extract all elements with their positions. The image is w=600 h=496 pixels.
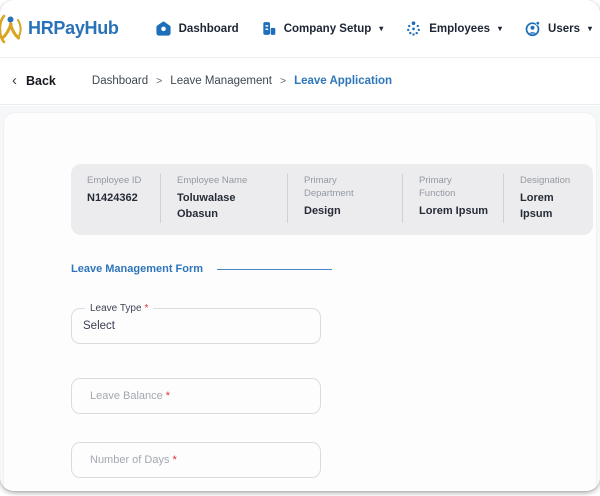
designation-label: Designation (520, 175, 571, 186)
leave-type-label: Leave Type * (85, 302, 154, 315)
employee-id-value: N1424362 (87, 191, 138, 204)
primary-function-field: Primary Function Lorem Ipsum (402, 174, 503, 223)
nav-label: Users (548, 22, 580, 35)
leave-type-select[interactable]: Leave Type * Select (71, 302, 321, 344)
primary-department-field: Primary Department Design (287, 174, 402, 223)
app-window: HRPayHub Dashboard Company Setup ▾ Emplo… (0, 0, 600, 491)
employee-name-value: Toluwalase Obasun (177, 191, 236, 221)
form-section-header: Leave Management Form (71, 263, 333, 275)
number-of-days-placeholder-text: Number of Days (90, 454, 170, 466)
number-of-days-input[interactable]: Number of Days * (71, 442, 321, 478)
main-nav: Dashboard Company Setup ▾ Employees ▾ Us… (155, 20, 592, 37)
home-icon (155, 20, 172, 37)
required-asterisk: * (144, 303, 149, 314)
number-of-days-placeholder: Number of Days * (72, 443, 320, 477)
breadcrumb-item-leave-application: Leave Application (294, 75, 393, 87)
chevron-down-icon: ▾ (498, 24, 503, 33)
nav-label: Dashboard (178, 22, 239, 35)
leave-type-label-text: Leave Type (90, 303, 142, 314)
back-chevron-icon: ‹ (12, 71, 17, 89)
primary-function-value: Lorem Ipsum (419, 204, 489, 217)
breadcrumb-bar: ‹ Back Dashboard > Leave Management > Le… (0, 58, 600, 105)
required-asterisk: * (172, 454, 177, 466)
employee-id-field: Employee ID N1424362 (71, 174, 160, 223)
employee-id-label: Employee ID (87, 175, 142, 186)
building-icon (261, 20, 277, 37)
brand-name: HRPayHub (28, 18, 119, 38)
primary-department-label: Primary Department (304, 175, 354, 199)
breadcrumb: Dashboard > Leave Management > Leave App… (92, 75, 392, 87)
chevron-down-icon: ▾ (379, 24, 384, 33)
leave-balance-placeholder-text: Leave Balance (90, 390, 163, 402)
required-asterisk: * (165, 390, 171, 402)
user-circle-badge-icon (524, 20, 541, 37)
back-label: Back (26, 74, 56, 88)
leave-balance-placeholder: Leave Balance * (72, 379, 320, 413)
employee-name-label: Employee Name (177, 175, 248, 186)
team-dots-icon (405, 20, 422, 37)
nav-item-users[interactable]: Users ▾ (524, 20, 592, 37)
top-navbar: HRPayHub Dashboard Company Setup ▾ Emplo… (0, 0, 600, 58)
designation-value: Lorem Ipsum (520, 191, 554, 221)
form-title: Leave Management Form (71, 263, 204, 275)
employee-name-field: Employee Name Toluwalase Obasun (160, 174, 287, 223)
nav-label: Employees (429, 22, 490, 35)
back-button[interactable]: ‹ Back (12, 73, 56, 90)
chevron-down-icon: ▾ (587, 24, 592, 33)
breadcrumb-item-leave-management[interactable]: Leave Management (170, 75, 272, 87)
nav-item-dashboard[interactable]: Dashboard (155, 20, 239, 37)
employee-summary-bar: Employee ID N1424362 Employee Name Toluw… (71, 164, 593, 235)
hrpayhub-logo-icon (0, 14, 24, 44)
title-divider-line (217, 268, 333, 270)
content-card: Employee ID N1424362 Employee Name Toluw… (3, 112, 597, 491)
brand-logo[interactable]: HRPayHub (0, 14, 119, 44)
breadcrumb-item-dashboard[interactable]: Dashboard (92, 75, 148, 87)
nav-item-employees[interactable]: Employees ▾ (405, 20, 502, 37)
nav-label: Company Setup (283, 22, 372, 35)
breadcrumb-separator: > (156, 75, 163, 87)
primary-function-label: Primary Function (419, 175, 456, 199)
breadcrumb-separator: > (279, 75, 287, 87)
nav-item-company-setup[interactable]: Company Setup ▾ (261, 20, 384, 37)
designation-field: Designation Lorem Ipsum (503, 174, 593, 223)
leave-balance-input[interactable]: Leave Balance * (71, 378, 321, 414)
primary-department-value: Design (304, 204, 341, 217)
